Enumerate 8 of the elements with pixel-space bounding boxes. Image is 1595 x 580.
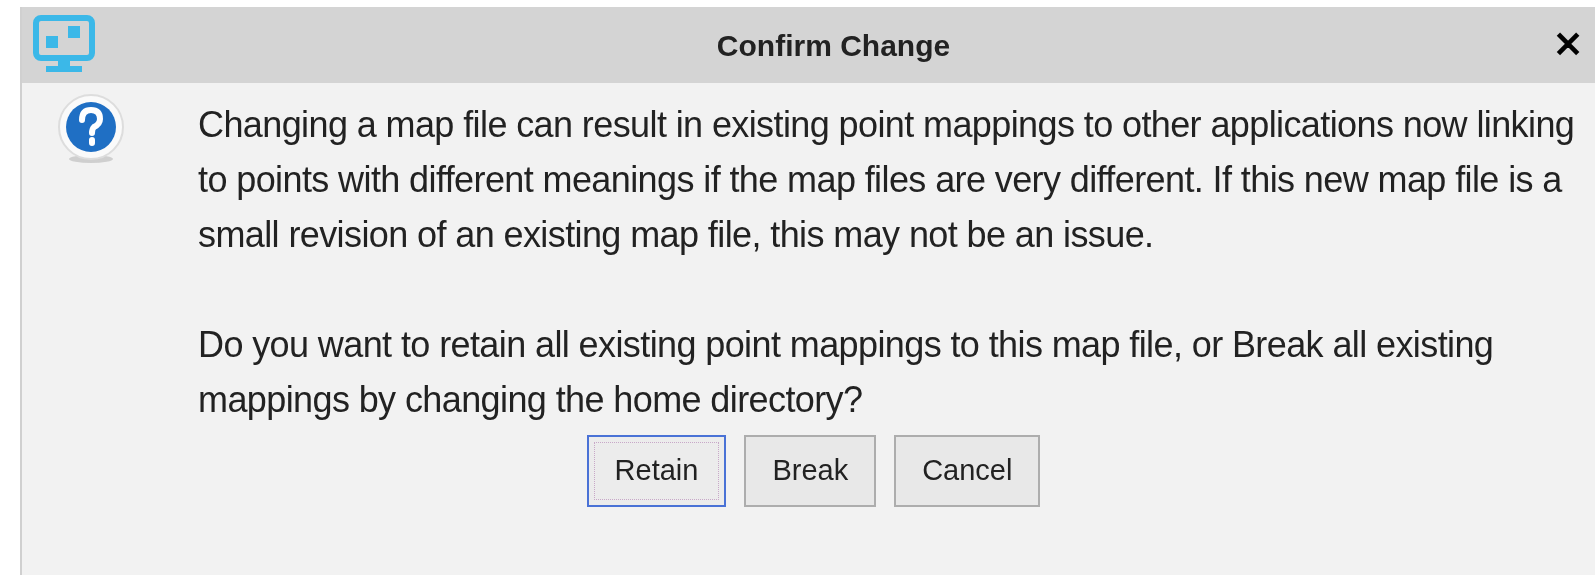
window-title: Confirm Change xyxy=(716,27,951,64)
question-icon xyxy=(56,93,126,165)
message-text: Do you want to retain all existing point mappings to this map file, or Break all existing mappings by changing the home directory? xyxy=(198,323,1495,422)
dialog-button[interactable]: Cancel xyxy=(894,435,1041,507)
message-text: Changing a map file can result in existing point mappings to other applications now linking to points with different meanings if the map files are very different. If this new map file is a small revision of an existing map file, this may not be an issue. xyxy=(198,103,1576,257)
dialog-button[interactable]: Break xyxy=(744,435,877,507)
close-button[interactable]: ✕ xyxy=(1549,27,1587,63)
dialog-button[interactable]: Retain xyxy=(586,435,727,507)
